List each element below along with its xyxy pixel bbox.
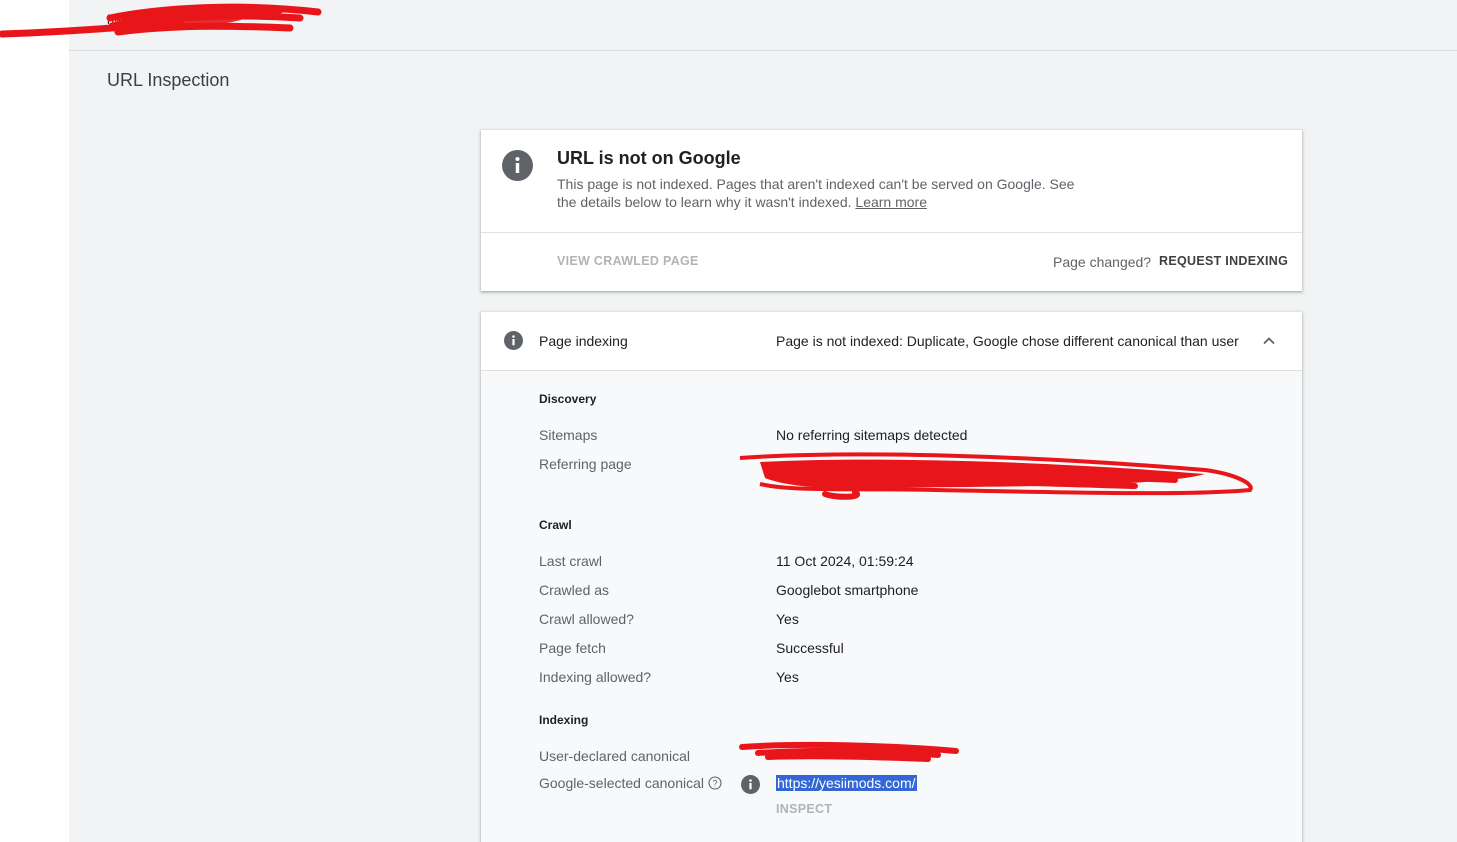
page-indexing-header[interactable]: Page indexing Page is not indexed: Dupli… (481, 312, 1302, 371)
crawled-as-label: Crawled as (539, 582, 610, 598)
google-selected-canonical-text: Google-selected canonical (539, 775, 704, 791)
last-crawl-value: 11 Oct 2024, 01:59:24 (776, 553, 914, 569)
google-selected-canonical-label: Google-selected canonical ? (539, 775, 722, 791)
indexing-allowed-label: Indexing allowed? (539, 669, 652, 685)
view-crawled-page-button[interactable]: VIEW CRAWLED PAGE (557, 254, 699, 268)
request-indexing-button[interactable]: REQUEST INDEXING (1159, 254, 1288, 268)
page-fetch-label: Page fetch (539, 640, 606, 656)
sitemaps-label: Sitemaps (539, 427, 598, 443)
crawl-heading: Crawl (539, 518, 572, 532)
inspect-button[interactable]: INSPECT (776, 802, 832, 816)
indexing-heading: Indexing (539, 713, 589, 727)
page-indexing-title: Page indexing (539, 333, 628, 349)
page-title: URL Inspection (107, 70, 230, 90)
last-crawl-label: Last crawl (539, 553, 603, 569)
crawl-allowed-label: Crawl allowed? (539, 611, 634, 627)
page-fetch-value: Successful (776, 640, 844, 656)
status-title: URL is not on Google (557, 148, 741, 168)
crawl-allowed-value: Yes (776, 611, 799, 627)
status-description-text: This page is not indexed. Pages that are… (557, 176, 1075, 210)
info-icon[interactable] (741, 775, 760, 794)
referring-page-label: Referring page (539, 456, 632, 472)
url-status-card: URL is not on Google This page is not in… (481, 130, 1302, 291)
crawled-as-value: Googlebot smartphone (776, 582, 919, 598)
discovery-heading: Discovery (539, 392, 597, 406)
chevron-up-icon[interactable] (1261, 333, 1277, 349)
main-content: https:// URL Inspection URL is not on Go… (69, 0, 1457, 842)
indexing-allowed-value: Yes (776, 669, 799, 685)
url-status-summary: URL is not on Google This page is not in… (481, 130, 1302, 233)
redaction-scribble-referring-page (739, 452, 1253, 500)
user-declared-canonical-label: User-declared canonical (539, 748, 690, 764)
info-icon (502, 150, 533, 181)
redaction-scribble-user-canonical (739, 741, 959, 762)
page-changed-label: Page changed? (1053, 254, 1152, 270)
sitemaps-value: No referring sitemaps detected (776, 427, 968, 443)
page-indexing-status: Page is not indexed: Duplicate, Google c… (776, 333, 1239, 349)
info-icon (504, 331, 523, 350)
status-description: This page is not indexed. Pages that are… (557, 175, 1097, 211)
redaction-scribble-url (0, 3, 322, 38)
svg-text:?: ? (712, 778, 717, 788)
search-console-page: https:// URL Inspection URL is not on Go… (0, 0, 1457, 842)
help-icon[interactable]: ? (708, 776, 722, 790)
left-gutter (0, 0, 69, 842)
learn-more-link[interactable]: Learn more (855, 194, 927, 210)
google-selected-canonical-value[interactable]: https://yesiimods.com/ (776, 775, 917, 791)
